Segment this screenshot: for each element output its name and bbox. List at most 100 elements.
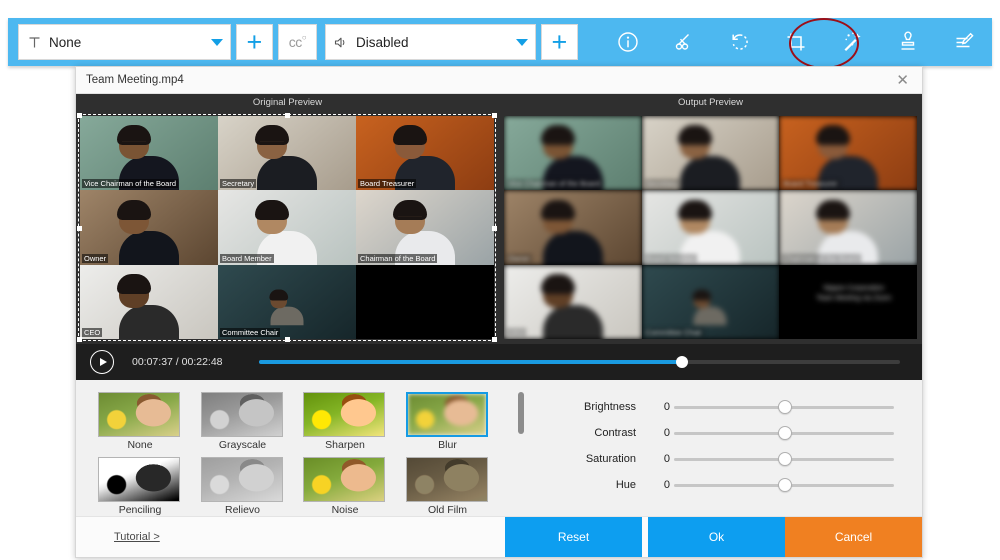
- rotate-icon[interactable]: [712, 18, 768, 66]
- original-video-grid: Vice Chairman of the Board Secretary Board…: [80, 116, 494, 339]
- participant-name-label: Committee Chair: [643, 328, 704, 337]
- effects-scrollbar[interactable]: [518, 392, 528, 520]
- participant-name-label: Secretary: [220, 179, 257, 189]
- effect-thumbnail: [200, 392, 283, 437]
- speaker-icon: [326, 36, 356, 49]
- adjustment-label: Contrast: [594, 427, 636, 439]
- video-tile: Secretary: [218, 116, 356, 191]
- playback-bar: 00:07:37 / 00:22:48: [76, 344, 922, 380]
- tile-background: [356, 264, 494, 339]
- adjustment-row-hue: Hue 0: [550, 472, 894, 498]
- dialog-title-bar: Team Meeting.mp4 ✕: [76, 67, 922, 94]
- participant-name-label: CEO: [506, 328, 527, 337]
- participant-figure: [692, 289, 727, 326]
- add-audio-button[interactable]: +: [540, 24, 578, 60]
- top-toolbar: None + cc ○ Disabled +: [8, 18, 992, 66]
- cancel-button[interactable]: Cancel: [785, 517, 922, 557]
- audio-track-dropdown[interactable]: Disabled: [325, 24, 536, 60]
- progress-knob[interactable]: [675, 356, 688, 368]
- video-effect-dialog: Team Meeting.mp4 ✕ Original Preview Outp…: [75, 66, 923, 558]
- effect-thumbnail: [405, 392, 488, 437]
- video-tile: Board Member: [218, 190, 356, 265]
- crop-icon[interactable]: [768, 18, 824, 66]
- participant-name-label: Chairman of the Board: [358, 253, 438, 263]
- effect-penciling[interactable]: Penciling: [98, 457, 186, 516]
- effect-thumbnail: [405, 457, 488, 502]
- magic-wand-icon[interactable]: [824, 18, 880, 66]
- participant-name-label: Vice Chairman of the Board: [82, 179, 178, 189]
- effect-thumbnail: [303, 457, 385, 502]
- adjustment-value: 0: [663, 427, 670, 439]
- effect-thumbnail: [98, 457, 180, 502]
- original-preview-pane[interactable]: Vice Chairman of the Board Secretary Board…: [76, 112, 499, 344]
- participant-name-label: Board Member: [220, 253, 274, 263]
- time-separator: /: [175, 356, 179, 368]
- adjustment-slider-saturation[interactable]: [674, 452, 894, 466]
- effect-thumbnail: [200, 457, 283, 502]
- watermark-stamp-icon[interactable]: [880, 18, 936, 66]
- video-tile: Owner: [80, 190, 218, 265]
- app-root: None + cc ○ Disabled + Team Meeting.mp4 …: [0, 0, 1000, 560]
- subtitle-value: None: [49, 34, 82, 50]
- adjustment-slider-hue[interactable]: [674, 478, 894, 492]
- effect-label: None: [127, 439, 153, 451]
- adjustment-slider-brightness[interactable]: [674, 400, 894, 414]
- chevron-down-icon[interactable]: [204, 38, 230, 46]
- close-icon[interactable]: ✕: [893, 73, 912, 88]
- adjustment-value: 0: [663, 479, 670, 491]
- participant-name-label: CEO: [82, 328, 103, 337]
- progress-slider[interactable]: [258, 355, 900, 369]
- effect-grayscale[interactable]: Grayscale: [200, 392, 289, 451]
- output-preview-pane: Vice Chairman of the Board Secretary Board…: [499, 112, 922, 344]
- edit-subtitle-icon[interactable]: [936, 18, 992, 66]
- reset-button[interactable]: Reset: [505, 517, 642, 557]
- toolbar-icon-group: [600, 18, 992, 66]
- video-tile: CEO: [80, 264, 218, 339]
- effect-label: Grayscale: [218, 439, 267, 451]
- participant-name-label: Board Member: [643, 253, 698, 263]
- effect-old-film[interactable]: Old Film: [405, 457, 494, 516]
- effect-blur[interactable]: Blur: [405, 392, 494, 451]
- preview-area: Vice Chairman of the Board Secretary Board…: [76, 112, 922, 344]
- effect-none[interactable]: None: [98, 392, 186, 451]
- participant-figure: [540, 199, 603, 265]
- current-time: 00:07:37: [132, 356, 173, 368]
- participant-name-label: Board Treasurer: [358, 179, 417, 189]
- slider-knob[interactable]: [778, 400, 792, 414]
- effect-noise[interactable]: Noise: [303, 457, 391, 516]
- effect-sharpen[interactable]: Sharpen: [303, 392, 391, 451]
- video-tile: Vice Chairman of the Board: [504, 116, 642, 191]
- effects-panel: None Grayscale Sharpen Blur Penciling Relievo…: [76, 380, 508, 520]
- info-icon[interactable]: [600, 18, 656, 66]
- slider-knob[interactable]: [778, 478, 792, 492]
- dialog-footer: Tutorial > Reset Ok Cancel: [76, 516, 922, 557]
- adjustment-row-contrast: Contrast 0: [550, 420, 894, 446]
- chevron-down-icon[interactable]: [509, 38, 535, 46]
- scissors-icon[interactable]: [656, 18, 712, 66]
- add-subtitle-button[interactable]: +: [235, 24, 273, 60]
- video-tile: Secretary: [641, 116, 780, 191]
- total-time: 00:22:48: [181, 356, 223, 368]
- tutorial-link[interactable]: Tutorial >: [114, 531, 160, 543]
- participant-figure: [678, 125, 741, 191]
- closed-caption-settings-button[interactable]: cc ○: [277, 24, 318, 60]
- time-display: 00:07:37 / 00:22:48: [132, 356, 223, 368]
- effects-grid: None Grayscale Sharpen Blur Penciling Relievo…: [98, 392, 508, 516]
- subtitle-track-dropdown[interactable]: None: [18, 24, 231, 60]
- gear-icon: ○: [301, 32, 307, 42]
- play-icon[interactable]: [90, 350, 114, 374]
- output-video-grid: Vice Chairman of the Board Secretary Board…: [504, 116, 917, 339]
- participant-figure: [117, 199, 179, 265]
- slider-knob[interactable]: [778, 426, 792, 440]
- adjustment-slider-contrast[interactable]: [674, 426, 894, 440]
- participant-name-label: Board Treasurer: [781, 179, 840, 189]
- video-tile: Committee Chair: [641, 264, 780, 339]
- effect-relievo[interactable]: Relievo: [200, 457, 289, 516]
- video-tile: Vice Chairman of the Board: [80, 116, 218, 191]
- adjustments-panel: Brightness 0 Contrast 0 Saturation 0 Hue 0: [544, 380, 922, 520]
- ok-button[interactable]: Ok: [648, 517, 785, 557]
- effect-thumbnail: [98, 392, 180, 437]
- scrollbar-thumb[interactable]: [518, 392, 524, 434]
- video-tile: [356, 264, 494, 339]
- slider-knob[interactable]: [778, 452, 792, 466]
